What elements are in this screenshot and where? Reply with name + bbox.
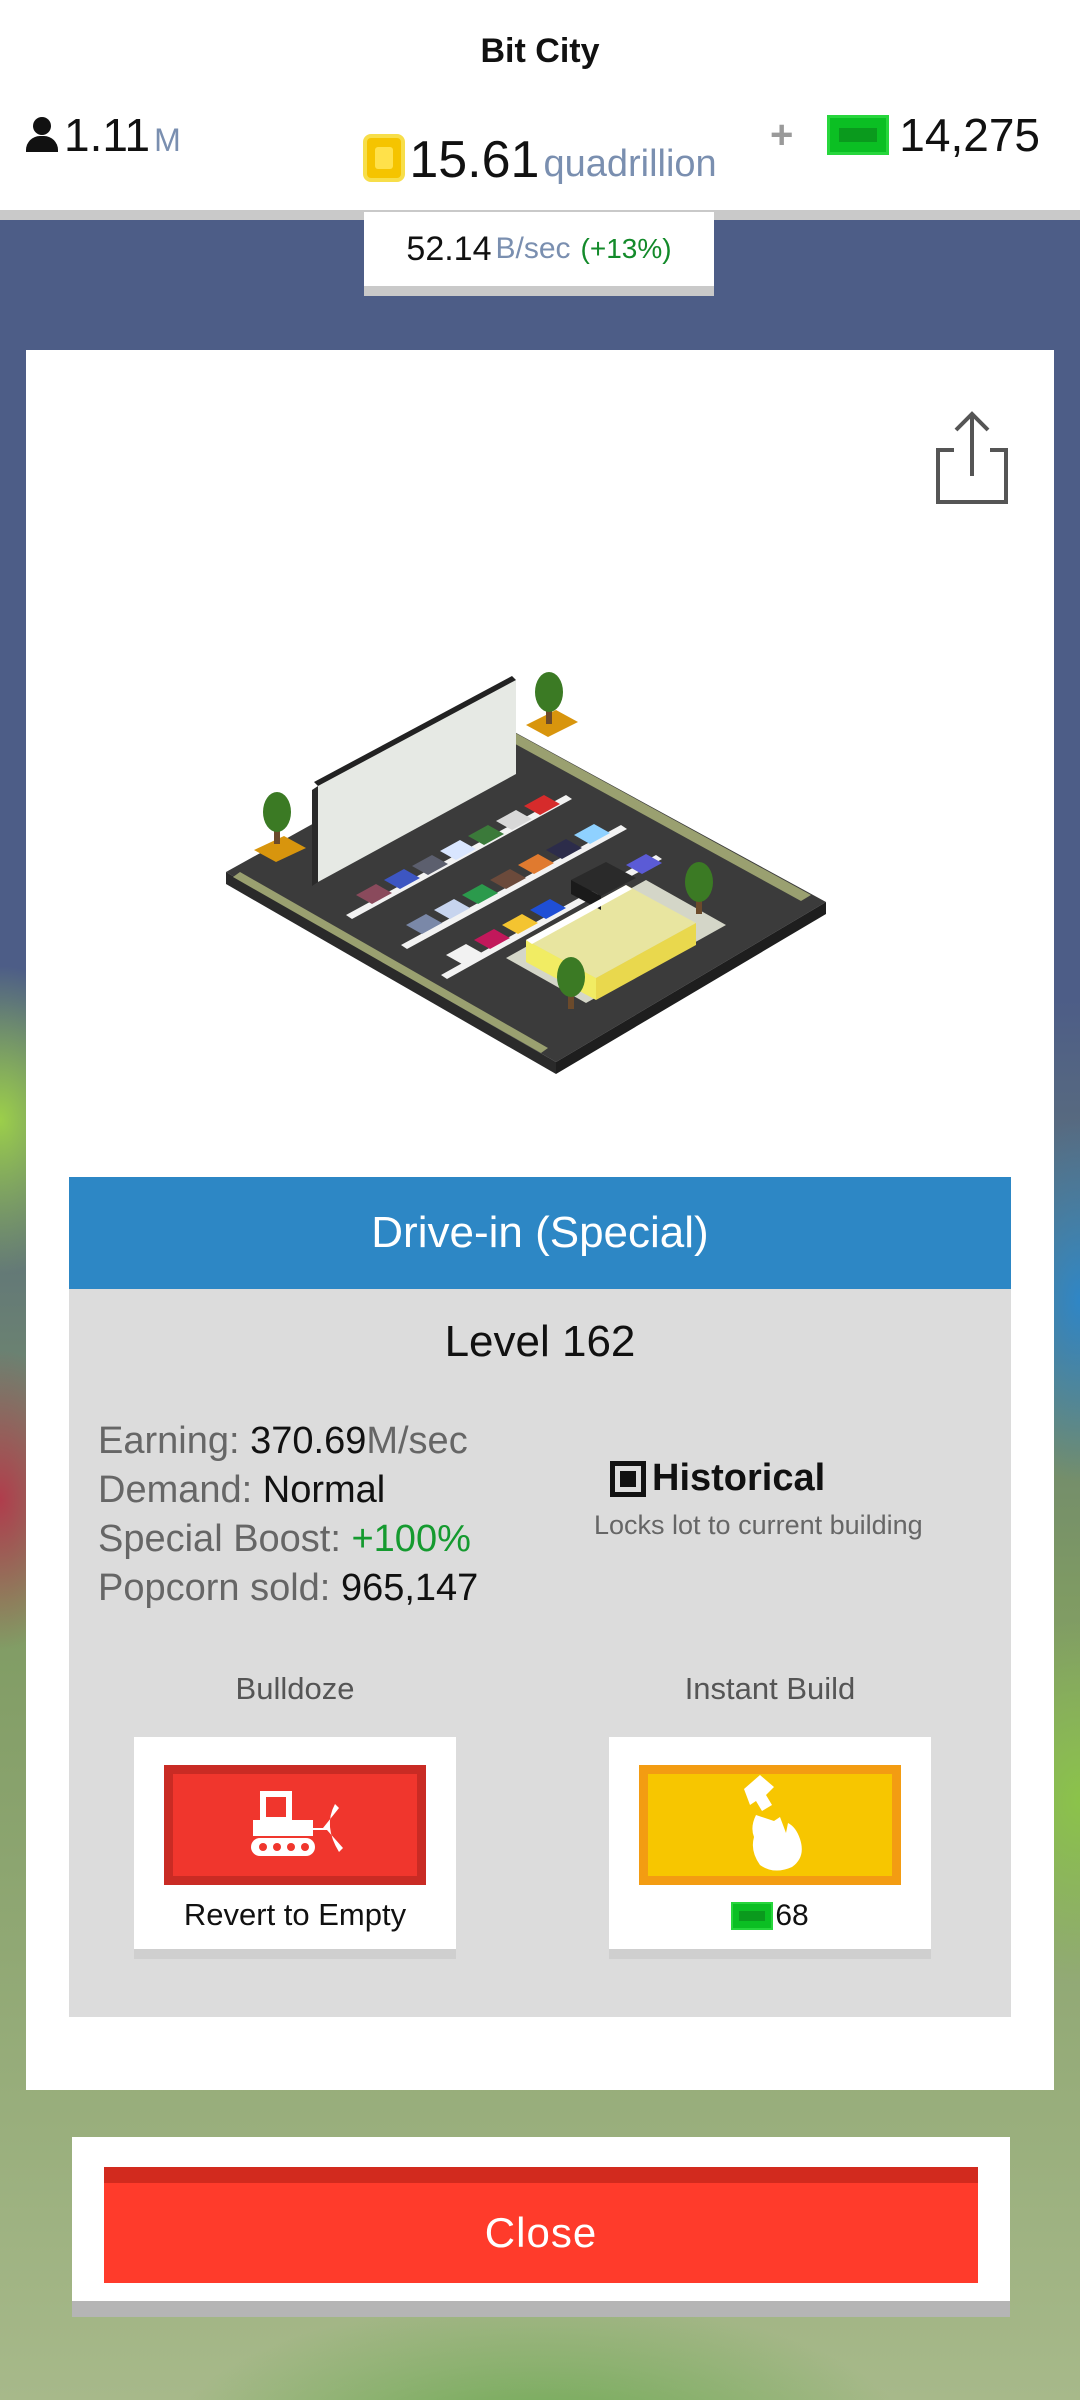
close-container: Close	[72, 2137, 1010, 2317]
demand-stat: Demand: Normal	[98, 1466, 478, 1515]
instant-build-button[interactable]	[639, 1765, 901, 1885]
building-stats: Earning: 370.69M/sec Demand: Normal Spec…	[98, 1417, 478, 1613]
boost-label: Special Boost:	[98, 1518, 341, 1560]
checkbox-icon[interactable]	[610, 1460, 646, 1497]
share-icon[interactable]	[932, 406, 1012, 506]
bulldoze-button[interactable]	[164, 1765, 426, 1885]
rate-value: 52.14	[406, 229, 492, 268]
revert-to-empty-text: Revert to Empty	[183, 1897, 407, 1932]
instant-build-card: 68	[609, 1737, 931, 1959]
building-info-panel: Drive-in (Special) Level 162 Earning: 37…	[69, 1177, 1011, 2017]
coin-icon	[363, 134, 406, 182]
cash-counter: + 14,275	[770, 108, 1040, 162]
demand-label: Demand:	[98, 1469, 253, 1511]
boost-value: +100%	[351, 1518, 471, 1560]
historical-toggle[interactable]: Historical Locks lot to current building	[594, 1457, 923, 1541]
drive-in-building-image	[226, 672, 826, 1074]
earning-stat: Earning: 370.69M/sec	[98, 1417, 478, 1466]
cash-value: 14,275	[899, 109, 1040, 161]
income-rate: 52.14 B/sec (+13%)	[364, 212, 714, 296]
historical-title: Historical	[652, 1457, 826, 1499]
building-name: Drive-in (Special)	[69, 1177, 1011, 1289]
popcorn-label: Popcorn sold:	[98, 1567, 331, 1609]
bulldoze-card: Revert to Empty	[134, 1737, 456, 1959]
coin-unit: quadrillion	[543, 143, 717, 185]
coin-value: 15.61	[409, 131, 540, 189]
earning-unit: M/sec	[366, 1420, 468, 1462]
bill-icon	[827, 115, 890, 155]
rate-unit: B/sec	[495, 232, 571, 265]
earning-value: 370.69	[250, 1420, 367, 1462]
instant-build-cost: 68	[609, 1899, 931, 1933]
historical-subtitle: Locks lot to current building	[594, 1510, 923, 1540]
instant-build-cost-value: 68	[775, 1899, 809, 1932]
top-bar: Bit City 1.11 M 15.61 quadrillion + 14,2…	[0, 0, 1080, 220]
bulldozer-icon	[251, 1791, 343, 1856]
hammer-hand-icon	[744, 1775, 802, 1871]
instant-build-label: Instant Build	[684, 1671, 856, 1706]
building-details-card: Drive-in (Special) Level 162 Earning: 37…	[26, 350, 1054, 2090]
close-button[interactable]: Close	[104, 2167, 978, 2283]
city-name: Bit City	[480, 32, 600, 70]
popcorn-value: 965,147	[340, 1567, 479, 1609]
building-level: Level 162	[444, 1317, 636, 1366]
earning-label: Earning:	[98, 1420, 240, 1462]
demand-value: Normal	[262, 1469, 386, 1511]
add-cash-button[interactable]: +	[770, 113, 793, 158]
bill-icon	[731, 1902, 774, 1930]
special-boost-stat: Special Boost: +100%	[98, 1515, 478, 1564]
popcorn-stat: Popcorn sold: 965,147	[98, 1564, 478, 1613]
bulldoze-label: Bulldoze	[235, 1671, 355, 1706]
rate-change: (+13%)	[580, 233, 672, 264]
